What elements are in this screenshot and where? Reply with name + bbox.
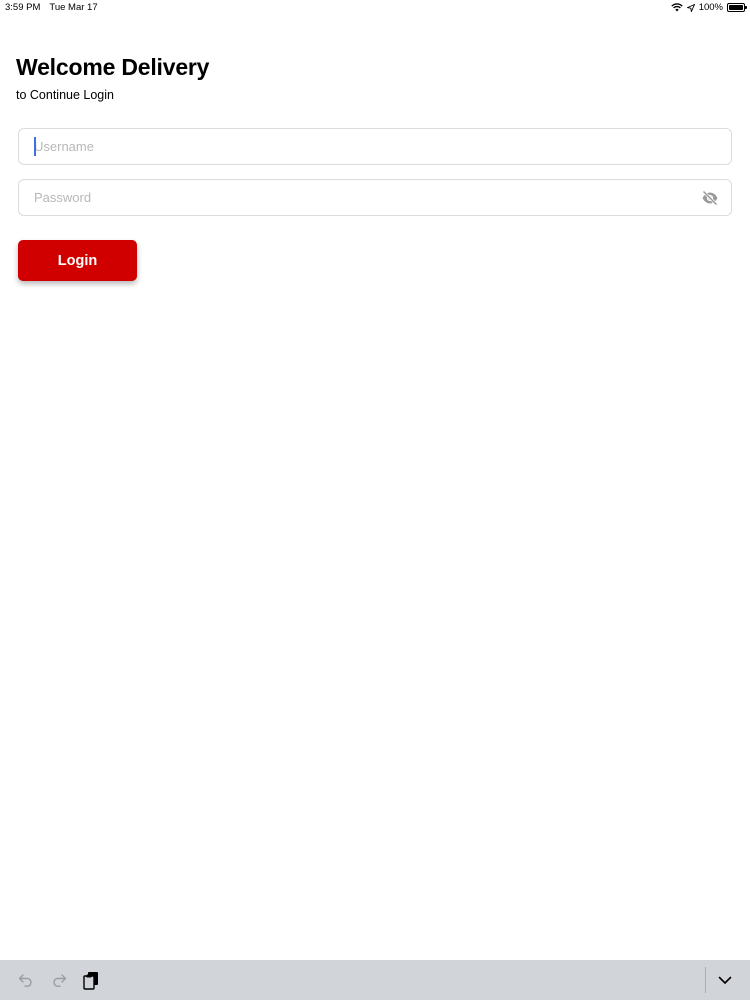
- status-bar: 3:59 PM Tue Mar 17 100%: [0, 0, 750, 16]
- username-input[interactable]: [34, 129, 694, 164]
- login-screen: 3:59 PM Tue Mar 17 100% Welcome Delivery…: [0, 0, 750, 1000]
- redo-icon[interactable]: [48, 969, 70, 991]
- wifi-icon: [670, 3, 683, 12]
- paste-icon[interactable]: [80, 969, 102, 991]
- keyboard-bar-divider: [705, 967, 706, 993]
- status-date: Tue Mar 17: [49, 2, 98, 13]
- undo-icon[interactable]: [15, 969, 37, 991]
- battery-icon: [727, 3, 747, 12]
- eye-off-icon[interactable]: [700, 189, 720, 207]
- status-time: 3:59 PM: [5, 2, 41, 13]
- password-input[interactable]: [34, 180, 694, 215]
- chevron-down-icon[interactable]: [714, 969, 736, 991]
- password-field-container: [18, 179, 732, 216]
- text-caret: [34, 137, 36, 156]
- username-field-container: [18, 128, 732, 165]
- login-button[interactable]: Login: [18, 240, 137, 281]
- page-title: Welcome Delivery: [16, 54, 210, 80]
- location-arrow-icon: [686, 3, 695, 12]
- battery-percent: 100%: [698, 2, 723, 13]
- keyboard-accessory-bar: [0, 960, 750, 1000]
- page-subtitle: to Continue Login: [16, 88, 114, 102]
